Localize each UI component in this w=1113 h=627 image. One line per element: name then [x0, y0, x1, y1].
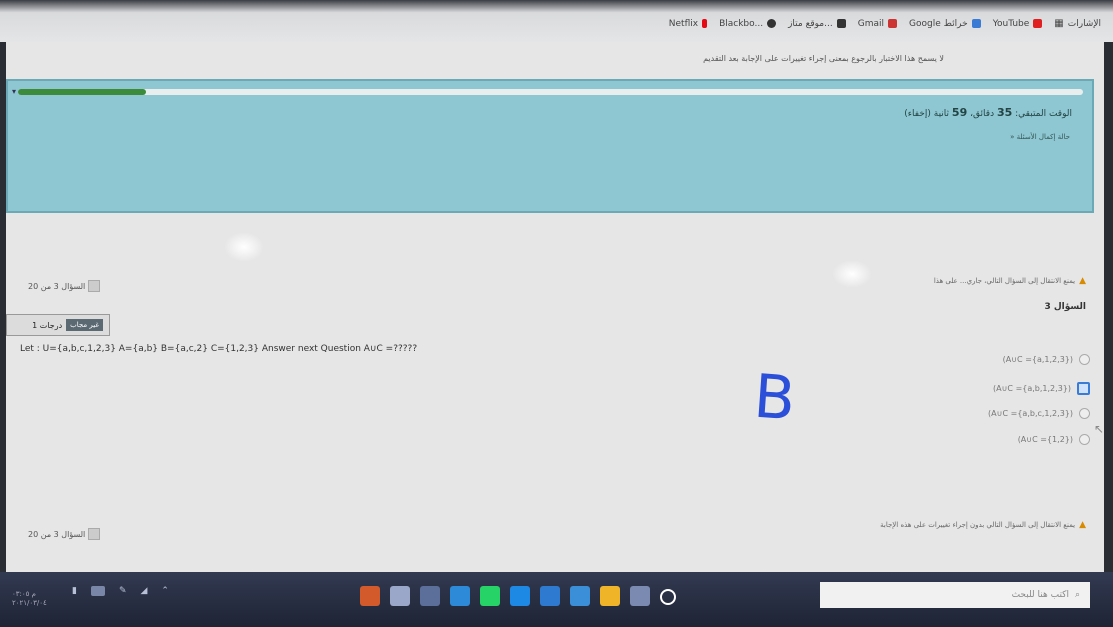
radio-button[interactable]: [1079, 434, 1090, 445]
system-tray: ▮ ✎ ◢ ⌃: [72, 586, 169, 596]
question-counter-bottom: السؤال 3 من 20: [28, 528, 101, 540]
option-label: (A∪C ={a,1,2,3}): [1002, 355, 1073, 364]
marks-value: 1 درجات: [32, 320, 63, 330]
bookmarks-list: ▦ الإشارات YouTube Google خرائط Gmail مو…: [669, 18, 1101, 29]
store-icon[interactable]: [600, 586, 620, 606]
handwritten-annotation: B: [751, 361, 798, 435]
notification-icon[interactable]: ▮: [72, 586, 77, 596]
minutes-label: دقائق،: [970, 109, 995, 119]
warning-icon: ▲: [1079, 520, 1086, 530]
bookmarks-bar: ▦ الإشارات YouTube Google خرائط Gmail مو…: [0, 0, 1113, 42]
answer-option[interactable]: (A∪C ={a,b,c,1,2,3}): [988, 408, 1090, 419]
gmail-icon: [888, 19, 897, 28]
whatsapp-icon[interactable]: [480, 586, 500, 606]
search-icon: ⌕: [1074, 590, 1080, 600]
answer-option[interactable]: (A∪C ={a,b,1,2,3}): [993, 382, 1090, 395]
bookmark-label: Netflix: [668, 18, 699, 29]
mouse-cursor-icon: ↖: [1094, 422, 1105, 436]
bookmark-label: Google خرائط: [909, 18, 968, 29]
bookmark-blackboard[interactable]: Blackbo...: [719, 18, 777, 29]
bookmark-netflix[interactable]: Netflix: [668, 18, 708, 29]
warning-icon: ▲: [1079, 276, 1086, 286]
question-counter-text: السؤال 3 من 20: [28, 281, 86, 291]
question-counter-top: السؤال 3 من 20: [28, 280, 101, 292]
navigation-warning-top: يمنع الانتقال إلى السؤال التالي، جاري...…: [934, 276, 1086, 286]
task-view-icon[interactable]: [630, 586, 650, 606]
keyboard-icon[interactable]: [90, 586, 105, 596]
time-progress-bar: [18, 89, 1083, 95]
warning-text: يمنع الانتقال إلى السؤال التالي، جاري...…: [933, 277, 1076, 285]
question-heading: السؤال 3: [1044, 302, 1086, 312]
radio-button-selected[interactable]: [1077, 382, 1090, 395]
question-counter-text: السؤال 3 من 20: [28, 529, 86, 539]
question-text: Let : U={a,b,c,1,2,3} A={a,b} B={a,c,2} …: [20, 344, 418, 354]
taskbar-apps: [360, 586, 676, 606]
globe-icon: [767, 19, 777, 28]
screen-glare: [224, 232, 264, 262]
folder-icon[interactable]: [570, 586, 590, 606]
timer-panel: ▾ الوقت المتبقي: 35 دقائق، 59 ثانية (إخف…: [6, 79, 1094, 213]
question-status-link[interactable]: » حالة إكمال الأسئلة: [1010, 133, 1070, 141]
chevron-up-icon[interactable]: ⌃: [161, 586, 169, 596]
bookmarks-label: الإشارات: [1067, 18, 1101, 29]
bookmark-gmail[interactable]: Gmail: [858, 19, 897, 29]
seconds-value: 59: [951, 106, 968, 119]
bookmark-label: Gmail: [857, 18, 884, 29]
puzzle-icon[interactable]: [390, 586, 410, 606]
bookmark-youtube[interactable]: YouTube: [993, 19, 1043, 29]
screen-glare: [832, 260, 872, 288]
edge-icon[interactable]: [450, 586, 470, 606]
time-progress-fill: [18, 89, 146, 95]
windows-taskbar: م ٠٣:٠٥ ٢٠٢١/٠٣/٠٤ ▮ ✎ ◢ ⌃ اكتب هنا للبح…: [0, 572, 1113, 627]
time-remaining-label: الوقت المتبقي:: [1015, 109, 1072, 119]
taskbar-search[interactable]: اكتب هنا للبحث ⌕: [820, 582, 1090, 608]
bookmark-label: موقع متاز...: [788, 18, 833, 29]
clock-date: ٢٠٢١/٠٣/٠٤: [12, 599, 47, 608]
system-clock[interactable]: م ٠٣:٠٥ ٢٠٢١/٠٣/٠٤: [12, 590, 47, 608]
answer-option[interactable]: (A∪C ={1,2}): [1018, 434, 1090, 445]
quiz-page: لا يسمح هذا الاختبار بالرجوع بمعنى إجراء…: [6, 42, 1104, 572]
clock-time: م ٠٣:٠٥: [12, 590, 36, 598]
chrome-icon[interactable]: [510, 586, 530, 606]
network-icon[interactable]: ✎: [119, 586, 127, 596]
flag-icon[interactable]: [88, 528, 101, 540]
answer-option[interactable]: (A∪C ={a,1,2,3}): [1003, 354, 1090, 365]
bookmark-google-maps[interactable]: Google خرائط: [909, 19, 981, 29]
bookmark-site[interactable]: موقع متاز...: [788, 19, 846, 29]
hide-timer-link[interactable]: ثانية (إخفاء): [904, 109, 949, 119]
option-label: (A∪C ={1,2}): [1017, 435, 1073, 444]
radio-button[interactable]: [1079, 354, 1090, 365]
navigation-warning-bottom: يمنع الانتقال إلى السؤال التالي بدون إجر…: [880, 520, 1086, 530]
mail-icon[interactable]: [540, 586, 560, 606]
bookmark-label: YouTube: [992, 18, 1030, 29]
netflix-icon: [702, 19, 708, 28]
radio-button[interactable]: [1079, 408, 1090, 419]
minutes-value: 35: [996, 106, 1013, 119]
quiz-notice: لا يسمح هذا الاختبار بالرجوع بمعنى إجراء…: [703, 54, 944, 63]
youtube-icon: [1033, 19, 1043, 28]
maps-icon: [971, 19, 981, 28]
cortana-icon[interactable]: [660, 589, 676, 605]
site-icon: [836, 19, 846, 28]
search-placeholder: اكتب هنا للبحث: [1011, 590, 1069, 600]
time-remaining: الوقت المتبقي: 35 دقائق، 59 ثانية (إخفاء…: [904, 106, 1072, 119]
option-label: (A∪C ={a,b,c,1,2,3}): [988, 409, 1073, 418]
apps-grid-icon: ▦: [1054, 18, 1064, 29]
calculator-icon[interactable]: [420, 586, 440, 606]
bookmarks-folder[interactable]: ▦ الإشارات: [1054, 18, 1101, 29]
warning-text: يمنع الانتقال إلى السؤال التالي بدون إجر…: [880, 521, 1076, 529]
flag-icon[interactable]: [88, 280, 101, 292]
answer-status-tag: غير مجاب: [66, 319, 103, 331]
bookmark-label: Blackbo...: [719, 18, 764, 29]
option-label: (A∪C ={a,b,1,2,3}): [992, 384, 1071, 393]
caret-down-icon[interactable]: ▾: [12, 87, 16, 96]
question-marks-box: 1 درجات غير مجاب: [6, 314, 110, 336]
office-app-icon[interactable]: [360, 586, 380, 606]
volume-icon[interactable]: ◢: [141, 586, 148, 596]
